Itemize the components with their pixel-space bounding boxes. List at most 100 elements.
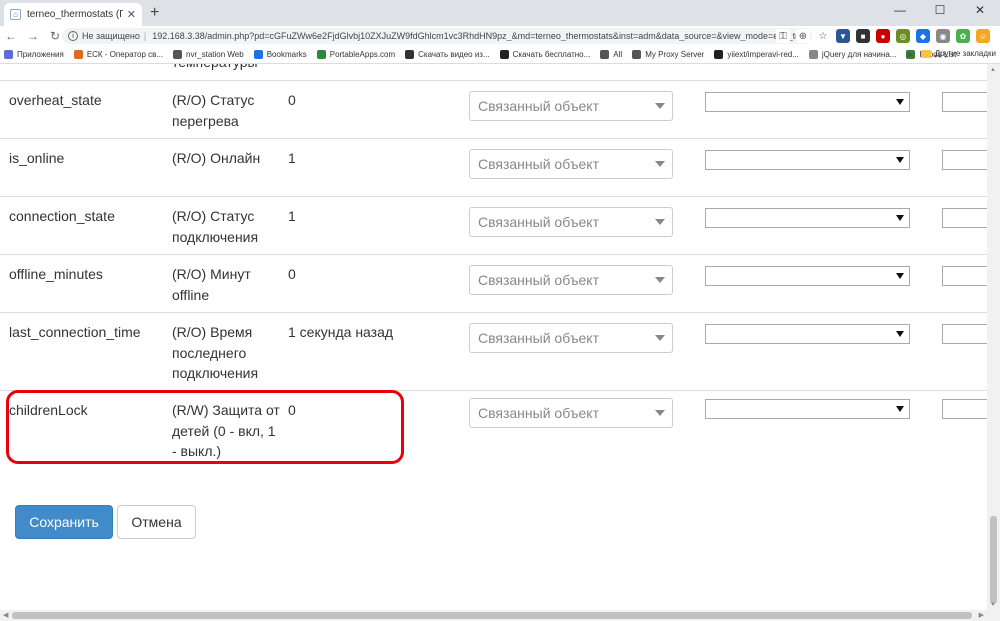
tab-bar: ⌂ terneo_thermostats (Панель упр ✕ + — ☐… xyxy=(0,0,1000,26)
zoom-icon[interactable]: ⊕ xyxy=(796,29,810,43)
chevron-down-icon xyxy=(896,99,904,105)
extension-icons: ⚿ ⊕ ☆ ▼ ■ ● ◎ ◆ ◉ ✿ ☺ ⋮ xyxy=(776,29,1000,43)
bookmark-label: My Proxy Server xyxy=(645,50,705,59)
other-bookmarks[interactable]: Другие закладки xyxy=(920,49,996,58)
bookmark-item[interactable]: Bookmarks xyxy=(253,50,307,59)
other-bookmarks-label: Другие закладки xyxy=(934,49,996,58)
bookmark-label: yiiext/imperavi-red... xyxy=(727,50,799,59)
property-value: 0 xyxy=(288,266,296,282)
bookmark-item[interactable]: PortableApps.com xyxy=(316,50,395,59)
bookmark-item[interactable]: ЕСК - Оператор св... xyxy=(73,50,163,59)
scroll-down-icon[interactable]: ▼ xyxy=(990,602,996,608)
linked-object-select[interactable]: Связанный объект xyxy=(469,398,673,428)
linked-object-placeholder: Связанный объект xyxy=(478,214,599,230)
property-value: 1 xyxy=(288,150,296,166)
bookmark-item[interactable]: Приложения xyxy=(4,50,64,59)
info-icon[interactable]: i xyxy=(68,31,78,41)
bookmark-icon xyxy=(405,50,415,59)
chevron-down-icon xyxy=(896,406,904,412)
bookmark-label: Скачать бесплатно... xyxy=(512,50,591,59)
bookmark-item[interactable]: jQuery для начина... xyxy=(808,50,897,59)
bookmark-item[interactable]: Скачать бесплатно... xyxy=(499,50,591,59)
extension-adblock-icon[interactable]: ● xyxy=(876,29,890,43)
profile-avatar-icon[interactable]: ☺ xyxy=(976,29,990,43)
extension-shield-icon[interactable]: ◆ xyxy=(916,29,930,43)
bookmark-item[interactable]: My Proxy Server xyxy=(632,50,704,59)
method-input[interactable] xyxy=(942,208,987,228)
extension-save-icon[interactable]: ▼ xyxy=(836,29,850,43)
bookmark-item[interactable]: nvr_station Web xyxy=(173,50,244,59)
linked-object-select[interactable]: Связанный объект xyxy=(469,91,673,121)
chevron-down-icon xyxy=(655,103,665,109)
chevron-down-icon xyxy=(896,157,904,163)
bookmark-item[interactable]: Скачать видео из... xyxy=(405,50,490,59)
table-row: last_connection_time (R/O) Время последне… xyxy=(0,312,987,390)
highlight-annotation xyxy=(6,390,404,464)
close-window-icon[interactable]: ✕ xyxy=(960,0,1000,20)
bookmarks-overflow-button[interactable]: » xyxy=(907,49,912,59)
linked-object-placeholder: Связанный объект xyxy=(478,272,599,288)
key-icon[interactable]: ⚿ xyxy=(776,29,790,43)
save-button[interactable]: Сохранить xyxy=(15,505,113,539)
linked-property-select[interactable] xyxy=(705,266,910,286)
linked-object-select[interactable]: Связанный объект xyxy=(469,149,673,179)
bookmark-label: jQuery для начина... xyxy=(821,50,897,59)
linked-property-select[interactable] xyxy=(705,150,910,170)
bookmark-label: Bookmarks xyxy=(266,50,307,59)
property-value: 1 xyxy=(288,208,296,224)
page-favicon-icon: ⌂ xyxy=(10,9,21,20)
forward-icon[interactable]: → xyxy=(22,29,44,43)
method-input[interactable] xyxy=(942,324,987,344)
extension-globe-icon[interactable]: ◎ xyxy=(896,29,910,43)
horizontal-scrollbar[interactable]: ◀ ▶ xyxy=(0,610,1000,621)
extension-monitor-icon[interactable]: ■ xyxy=(856,29,870,43)
security-label: Не защищено xyxy=(82,31,140,41)
linked-property-select[interactable] xyxy=(705,92,910,112)
address-bar[interactable]: i Не защищено | 192.168.3.38/admin.php?p… xyxy=(62,28,812,44)
new-tab-icon[interactable]: + xyxy=(150,4,159,22)
property-description: (R/O) Минут offline xyxy=(172,266,251,303)
bookmark-icon xyxy=(600,50,610,59)
linked-object-select[interactable]: Связанный объект xyxy=(469,323,673,353)
chevron-down-icon xyxy=(896,215,904,221)
linked-object-select[interactable]: Связанный объект xyxy=(469,265,673,295)
star-icon[interactable]: ☆ xyxy=(816,29,830,43)
bookmark-item[interactable]: yiiext/imperavi-red... xyxy=(714,50,799,59)
vertical-scroll-thumb[interactable] xyxy=(990,516,997,604)
back-icon[interactable]: ← xyxy=(0,29,22,43)
property-value: 0 xyxy=(288,92,296,108)
maximize-icon[interactable]: ☐ xyxy=(920,0,960,20)
cancel-button[interactable]: Отмена xyxy=(117,505,196,539)
bookmark-item[interactable]: All xyxy=(600,50,622,59)
method-input[interactable] xyxy=(942,399,987,419)
property-name: overheat_state xyxy=(9,92,102,108)
linked-object-placeholder: Связанный объект xyxy=(478,330,599,346)
tab-title: terneo_thermostats (Панель упр xyxy=(27,9,123,20)
minimize-icon[interactable]: — xyxy=(880,0,920,20)
scroll-up-icon[interactable]: ▲ xyxy=(990,67,996,73)
menu-icon[interactable]: ⋮ xyxy=(996,29,1000,43)
bookmark-label: Приложения xyxy=(17,50,64,59)
chevron-down-icon xyxy=(655,277,665,283)
horizontal-scroll-thumb[interactable] xyxy=(12,612,972,619)
property-name: offline_minutes xyxy=(9,266,103,282)
linked-property-select[interactable] xyxy=(705,399,910,419)
bookmark-icon xyxy=(173,50,183,59)
extension-gear-icon[interactable]: ✿ xyxy=(956,29,970,43)
vertical-scrollbar[interactable]: ▲ ▼ xyxy=(987,64,1000,610)
property-description: (R/O) Время последнего подключения xyxy=(172,324,259,381)
extension-vpn-icon[interactable]: ◉ xyxy=(936,29,950,43)
method-input[interactable] xyxy=(942,266,987,286)
property-description: (R/O) Статус перегрева xyxy=(172,92,255,129)
table-row: connection_state (R/O) Статус подключения… xyxy=(0,196,987,254)
linked-property-select[interactable] xyxy=(705,324,910,344)
browser-tab[interactable]: ⌂ terneo_thermostats (Панель упр ✕ xyxy=(4,3,142,26)
method-input[interactable] xyxy=(942,92,987,112)
scroll-left-icon[interactable]: ◀ xyxy=(3,611,8,619)
method-input[interactable] xyxy=(942,150,987,170)
scroll-right-icon[interactable]: ▶ xyxy=(979,611,984,619)
address-separator: | xyxy=(143,31,147,41)
linked-property-select[interactable] xyxy=(705,208,910,228)
close-tab-icon[interactable]: ✕ xyxy=(127,8,136,21)
linked-object-select[interactable]: Связанный объект xyxy=(469,207,673,237)
